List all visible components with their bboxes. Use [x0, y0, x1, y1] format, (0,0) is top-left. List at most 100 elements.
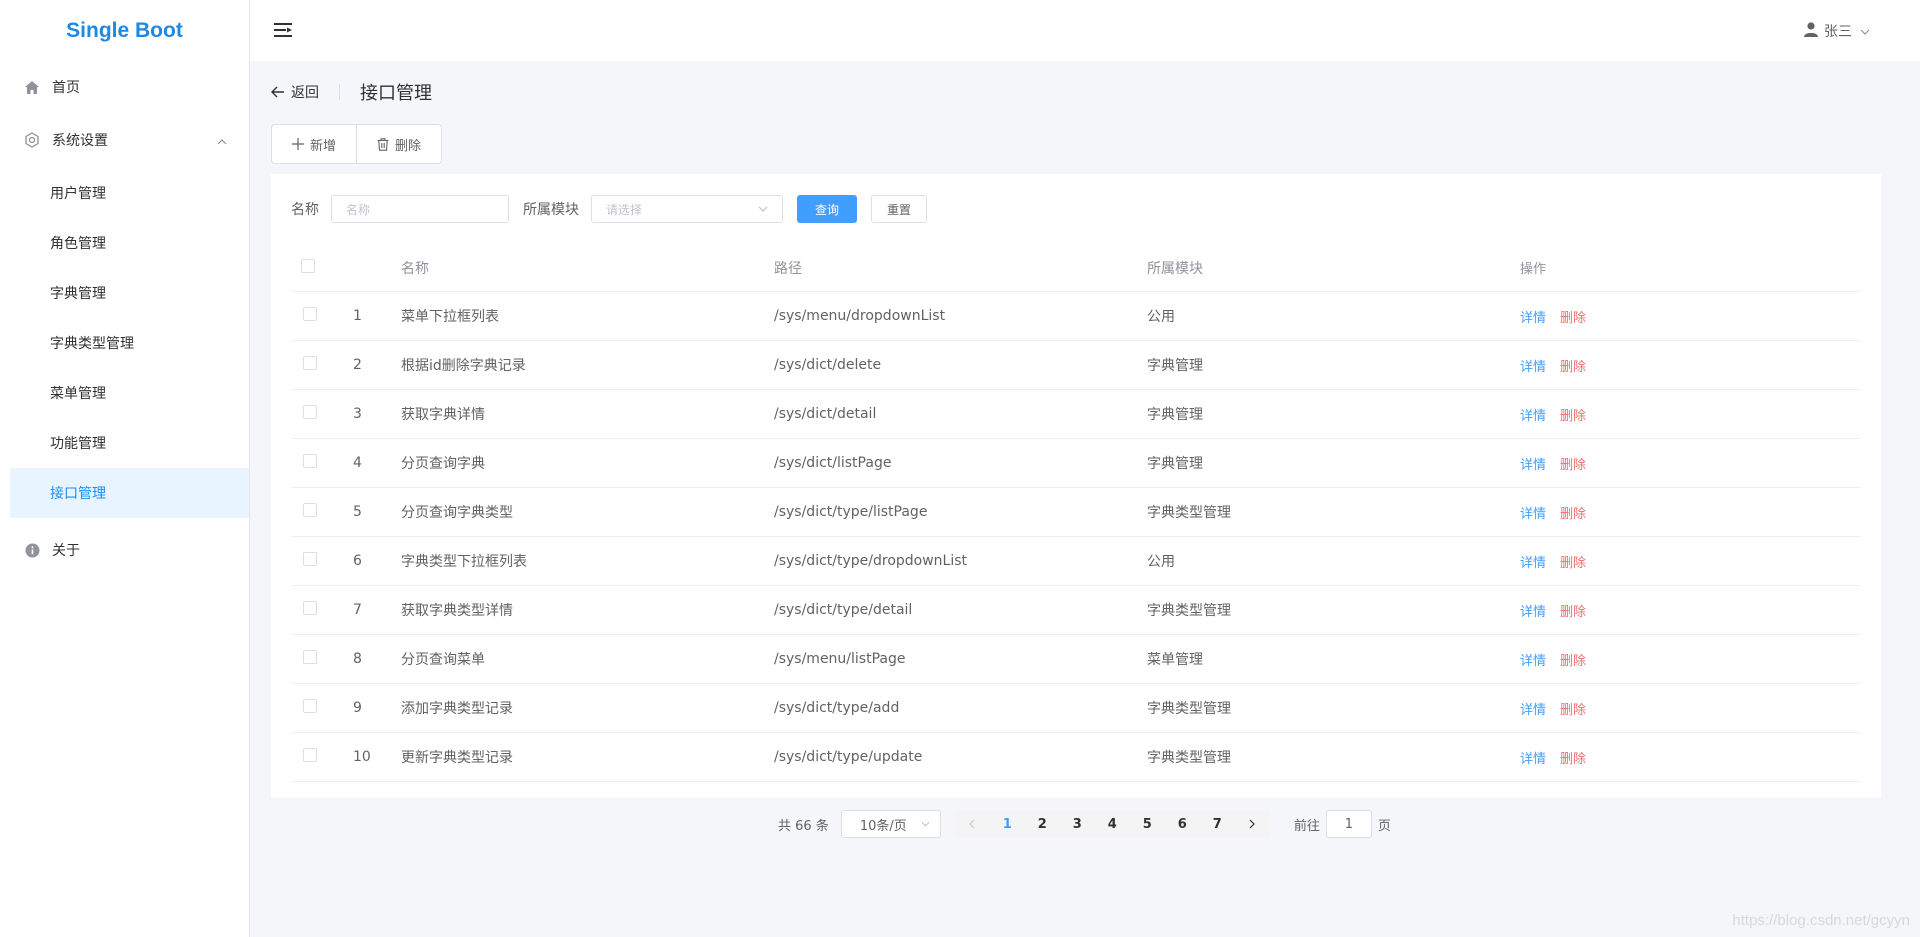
sidebar-subitem[interactable]: 接口管理: [10, 468, 249, 518]
delete-link[interactable]: 删除: [1560, 552, 1586, 571]
info-icon: [24, 542, 40, 558]
add-button[interactable]: 新增: [271, 124, 358, 164]
detail-link[interactable]: 详情: [1520, 699, 1546, 718]
row-checkbox[interactable]: [303, 356, 317, 370]
row-checkbox[interactable]: [303, 748, 317, 762]
table-row: 9 添加字典类型记录/sys/dict/type/add 字典类型管理 详情 删除: [291, 684, 1861, 733]
detail-link[interactable]: 详情: [1520, 454, 1546, 473]
detail-link[interactable]: 详情: [1520, 405, 1546, 424]
delete-link[interactable]: 删除: [1560, 699, 1586, 718]
sidebar-subitem[interactable]: 字典管理: [0, 268, 249, 318]
page-number-button[interactable]: 2: [1025, 810, 1060, 838]
row-path: /sys/dict/type/detail: [774, 602, 913, 618]
next-page-button[interactable]: [1235, 810, 1270, 838]
table-row: 6 字典类型下拉框列表/sys/dict/type/dropdownList 公用 详…: [291, 537, 1861, 586]
add-button-label: 新增: [310, 138, 337, 154]
page-number-button[interactable]: 1: [990, 810, 1025, 838]
detail-link[interactable]: 详情: [1520, 552, 1546, 571]
delete-link[interactable]: 删除: [1560, 748, 1586, 767]
delete-link[interactable]: 删除: [1560, 601, 1586, 620]
name-input[interactable]: 名称: [331, 195, 509, 223]
delete-link[interactable]: 删除: [1560, 356, 1586, 375]
api-table: 名称 路径 所属模块 操作 1 菜单下拉框列表/sys/menu/dropdown…: [291, 244, 1861, 782]
delete-link[interactable]: 删除: [1560, 650, 1586, 669]
query-button[interactable]: 查询: [797, 195, 858, 223]
row-module: 公用: [1147, 554, 1175, 570]
row-module: 字典管理: [1147, 407, 1203, 423]
sidebar-item-home[interactable]: 首页: [0, 62, 249, 112]
gear-icon: [24, 132, 40, 148]
sidebar-subitem[interactable]: 角色管理: [0, 218, 249, 268]
row-checkbox[interactable]: [303, 552, 317, 566]
row-module: 字典管理: [1147, 358, 1203, 374]
table-row: 10 更新字典类型记录/sys/dict/type/update 字典类型管理 详情删…: [291, 733, 1861, 782]
app-logo[interactable]: Single Boot: [0, 0, 249, 62]
detail-link[interactable]: 详情: [1520, 650, 1546, 669]
row-index: 3: [353, 406, 362, 422]
row-index: 4: [353, 455, 362, 471]
goto-page-input[interactable]: 1: [1325, 810, 1372, 838]
back-button[interactable]: 返回: [271, 82, 319, 102]
sidebar-subitem[interactable]: 用户管理: [0, 168, 249, 218]
row-checkbox[interactable]: [303, 650, 317, 664]
row-checkbox[interactable]: [303, 503, 317, 517]
sidebar-subitem[interactable]: 字典类型管理: [0, 318, 249, 368]
row-index: 5: [353, 504, 362, 520]
row-actions: 详情 删除: [1520, 454, 1820, 473]
row-checkbox[interactable]: [303, 454, 317, 468]
detail-link[interactable]: 详情: [1520, 356, 1546, 375]
row-path: /sys/menu/dropdownList: [774, 308, 946, 324]
prev-page-button[interactable]: [955, 810, 990, 838]
row-actions: 详情 删除: [1520, 356, 1820, 375]
page-number-button[interactable]: 3: [1060, 810, 1095, 838]
row-checkbox[interactable]: [303, 307, 317, 321]
sidebar-subitem[interactable]: 菜单管理: [0, 368, 249, 418]
user-dropdown[interactable]: 张三: [1804, 21, 1870, 41]
module-select-placeholder: 请选择: [606, 202, 643, 217]
detail-link[interactable]: 详情: [1520, 748, 1546, 767]
row-path: /sys/dict/detail: [774, 406, 877, 422]
detail-link[interactable]: 详情: [1520, 503, 1546, 522]
delete-link[interactable]: 删除: [1560, 503, 1586, 522]
chevron-up-icon: [217, 133, 227, 149]
sidebar-item-about[interactable]: 关于: [0, 522, 249, 578]
delete-link[interactable]: 删除: [1560, 405, 1586, 424]
row-name: 分页查询字典: [401, 456, 485, 472]
delete-link[interactable]: 删除: [1560, 454, 1586, 473]
detail-link[interactable]: 详情: [1520, 601, 1546, 620]
module-select[interactable]: 请选择: [591, 195, 783, 223]
detail-link[interactable]: 详情: [1520, 307, 1546, 326]
row-actions: 详情 删除: [1520, 307, 1820, 326]
plus-icon: [292, 138, 304, 150]
select-all-checkbox[interactable]: [301, 258, 315, 273]
sidebar-subitem[interactable]: 功能管理: [0, 418, 249, 468]
page-title: 接口管理: [360, 83, 432, 104]
row-checkbox[interactable]: [303, 699, 317, 713]
page-number-button[interactable]: 4: [1095, 810, 1130, 838]
module-label: 所属模块: [523, 202, 579, 218]
page-number-button[interactable]: 6: [1165, 810, 1200, 838]
row-path: /sys/dict/type/dropdownList: [774, 553, 968, 569]
hamburger-icon[interactable]: [274, 22, 292, 38]
batch-delete-button[interactable]: 删除: [357, 124, 443, 164]
page-jumper: 前往 1 页: [1294, 810, 1391, 838]
user-name: 张三: [1824, 24, 1852, 40]
column-header-actions: 操作: [1520, 262, 1547, 277]
row-checkbox[interactable]: [303, 405, 317, 419]
column-header-path: 路径: [774, 260, 802, 277]
sidebar-submenu-settings[interactable]: 系统设置: [0, 112, 249, 168]
page-number-button[interactable]: 7: [1200, 810, 1235, 838]
row-checkbox[interactable]: [303, 601, 317, 615]
page-number-button[interactable]: 5: [1130, 810, 1165, 838]
sidebar-item-label: 首页: [52, 80, 80, 96]
row-name: 获取字典类型详情: [401, 603, 513, 619]
reset-button[interactable]: 重置: [871, 195, 928, 223]
row-index: 9: [353, 700, 362, 716]
row-module: 字典类型管理: [1147, 701, 1231, 717]
delete-link[interactable]: 删除: [1560, 307, 1586, 326]
row-module: 字典类型管理: [1147, 603, 1231, 619]
row-module: 公用: [1147, 309, 1175, 325]
page-suffix: 页: [1377, 818, 1391, 834]
page-size-select[interactable]: 10条/页: [840, 810, 941, 838]
chevron-down-icon: [1860, 23, 1870, 39]
